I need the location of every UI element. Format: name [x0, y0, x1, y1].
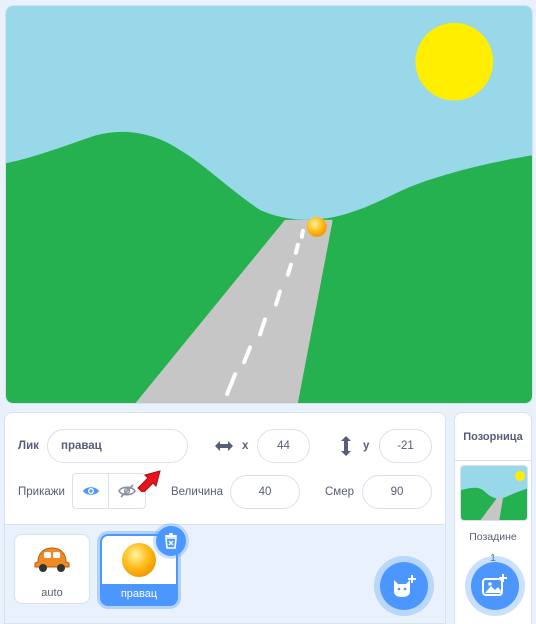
x-field[interactable]: 44: [257, 429, 310, 463]
size-field[interactable]: 40: [230, 475, 300, 509]
show-label: Прикажи: [18, 486, 65, 498]
backdrop-preview: [461, 466, 527, 520]
stage-canvas[interactable]: [5, 5, 533, 404]
horizontal-arrows-icon: [215, 441, 233, 451]
sprite-tile-name: правац: [102, 584, 176, 604]
direction-label: Смер: [325, 486, 355, 498]
add-backdrop-button[interactable]: [471, 562, 519, 610]
add-sprite-button[interactable]: [380, 562, 428, 610]
delete-sprite-button[interactable]: [156, 526, 186, 556]
vertical-arrows-icon: [341, 436, 351, 456]
sprite-thumbnail: [33, 535, 71, 583]
sprite-tile-name: auto: [41, 587, 63, 599]
x-label: x: [242, 440, 249, 452]
red-arrow-pointer-icon: [137, 470, 161, 492]
cat-plus-icon: [394, 575, 416, 597]
size-label: Величина: [171, 486, 223, 498]
stage-scene: [6, 6, 532, 403]
trash-icon: [165, 533, 177, 549]
backdrops-label: Позадине: [469, 531, 517, 543]
sprite-tile-auto[interactable]: auto: [14, 534, 90, 604]
direction-field[interactable]: 90: [362, 475, 432, 509]
backdrop-thumbnail: [460, 465, 528, 521]
yellow-ball-icon: [122, 543, 156, 577]
show-button[interactable]: [72, 473, 109, 509]
eye-slash-icon: [118, 484, 136, 498]
y-field[interactable]: -21: [379, 429, 432, 463]
eye-icon: [82, 487, 99, 495]
sprite-name-label: Лик: [18, 440, 39, 452]
sprite-thumbnail: [121, 536, 157, 584]
image-plus-icon: [482, 574, 507, 596]
sun: [415, 22, 494, 101]
y-label: y: [363, 440, 370, 452]
ball-sprite[interactable]: [306, 216, 327, 237]
sprite-name-field[interactable]: правац: [47, 429, 188, 463]
orange-car-icon: [34, 547, 70, 572]
stage-pane-title: Позорница: [455, 413, 531, 461]
